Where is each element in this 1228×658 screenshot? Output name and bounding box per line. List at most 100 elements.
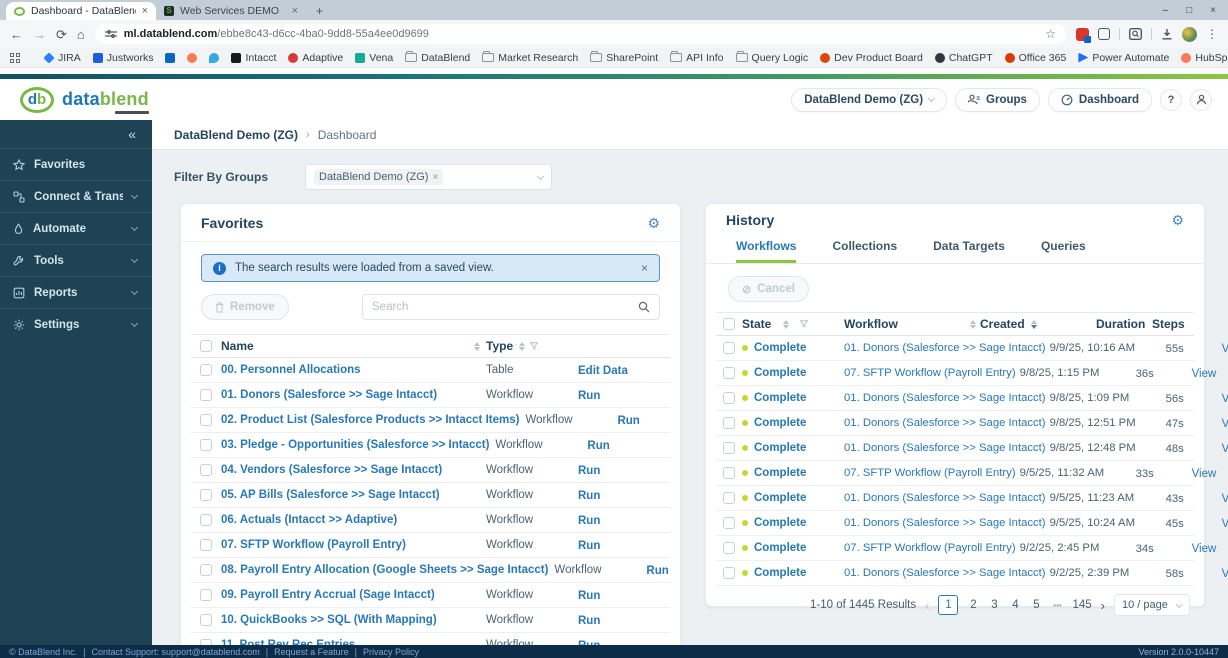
run-link[interactable]: Run [578, 590, 600, 602]
alert-close-icon[interactable]: × [641, 261, 648, 275]
workflow-link[interactable]: 01. Donors (Salesforce >> Sage Intacct) [844, 417, 1046, 429]
row-checkbox[interactable] [200, 539, 212, 551]
search-icon[interactable] [638, 301, 650, 313]
row-checkbox[interactable] [200, 464, 212, 476]
filter-funnel-icon[interactable] [530, 342, 539, 350]
row-checkbox[interactable] [200, 614, 212, 626]
row-checkbox[interactable] [723, 342, 735, 354]
page-size-select[interactable]: 10 / page [1114, 594, 1190, 616]
site-settings-icon[interactable] [104, 29, 117, 39]
view-link[interactable]: View [1222, 418, 1228, 430]
bookmark-folder-datablend[interactable]: DataBlend [405, 51, 470, 64]
browser-menu-icon[interactable]: ⋮ [1206, 27, 1218, 41]
bookmark-jira[interactable]: JIRA [43, 52, 81, 64]
bookmark-linkedin[interactable] [165, 52, 176, 63]
help-button[interactable]: ? [1160, 88, 1182, 111]
row-checkbox[interactable] [200, 514, 212, 526]
page-3[interactable]: 3 [988, 599, 1000, 611]
browser-tab-active[interactable]: Dashboard - DataBlend Demo ( × [6, 2, 156, 20]
next-page-icon[interactable]: › [1101, 598, 1105, 613]
bookmark-hubspot-scheduler[interactable]: HubSpot Scheduler [1181, 52, 1228, 64]
sort-icon[interactable] [970, 319, 976, 329]
view-link[interactable]: View [1192, 543, 1217, 555]
tab-queries[interactable]: Queries [1041, 239, 1086, 263]
tab-data-targets[interactable]: Data Targets [933, 239, 1005, 263]
prev-page-icon[interactable]: ‹ [925, 598, 929, 613]
tab-collections[interactable]: Collections [832, 239, 897, 263]
select-all-checkbox[interactable] [723, 318, 735, 330]
view-link[interactable]: View [1222, 568, 1228, 580]
favorite-name-link[interactable]: 07. SFTP Workflow (Payroll Entry) [221, 539, 406, 551]
row-checkbox[interactable] [723, 492, 735, 504]
view-link[interactable]: View [1192, 468, 1217, 480]
row-checkbox[interactable] [200, 364, 212, 376]
apps-grid-icon[interactable] [10, 52, 20, 63]
bookmark-folder-market-research[interactable]: Market Research [482, 51, 578, 64]
row-checkbox[interactable] [200, 564, 212, 576]
page-1[interactable]: 1 [938, 595, 959, 615]
dashboard-button[interactable]: Dashboard [1047, 87, 1152, 112]
downloads-icon[interactable] [1161, 28, 1173, 40]
bookmark-dev-product-board[interactable]: Dev Product Board [820, 52, 923, 64]
datablend-logo[interactable]: db datablend [20, 86, 149, 114]
column-created[interactable]: Created [980, 317, 1025, 331]
breadcrumb-root[interactable]: DataBlend Demo (ZG) [174, 128, 298, 142]
bookmark-chat[interactable] [209, 52, 220, 63]
tab-close-icon[interactable]: × [292, 5, 298, 17]
row-checkbox[interactable] [723, 542, 735, 554]
run-link[interactable]: Run [646, 565, 668, 577]
tag-remove-icon[interactable]: × [432, 172, 438, 183]
row-checkbox[interactable] [723, 392, 735, 404]
workflow-link[interactable]: 07. SFTP Workflow (Payroll Entry) [844, 367, 1016, 379]
run-link[interactable]: Run [578, 465, 600, 477]
favorite-name-link[interactable]: 00. Personnel Allocations [221, 364, 361, 376]
tab-workflows[interactable]: Workflows [736, 239, 797, 263]
sidebar-item-favorites[interactable]: Favorites [0, 148, 152, 180]
workflow-link[interactable]: 01. Donors (Salesforce >> Sage Intacct) [844, 442, 1046, 454]
remove-button[interactable]: Remove [201, 294, 289, 320]
search-input[interactable] [372, 301, 632, 313]
footer-support-link[interactable]: Contact Support: support@datablend.com [92, 647, 260, 657]
run-link[interactable]: Run [578, 615, 600, 627]
search-tabs-icon[interactable] [1129, 28, 1142, 40]
row-checkbox[interactable] [723, 567, 735, 579]
select-all-checkbox[interactable] [200, 340, 212, 352]
row-checkbox[interactable] [723, 367, 735, 379]
minimize-button[interactable]: – [1163, 5, 1169, 16]
group-filter-select[interactable]: DataBlend Demo (ZG) × [305, 164, 552, 190]
cancel-button[interactable]: ⊘ Cancel [728, 276, 809, 302]
row-checkbox[interactable] [200, 389, 212, 401]
page-4[interactable]: 4 [1009, 599, 1021, 611]
favorite-name-link[interactable]: 06. Actuals (Intacct >> Adaptive) [221, 514, 397, 526]
sort-icon[interactable] [1030, 319, 1037, 329]
workflow-link[interactable]: 07. SFTP Workflow (Payroll Entry) [844, 542, 1016, 554]
view-link[interactable]: View [1192, 368, 1217, 380]
footer-request-feature-link[interactable]: Request a Feature [274, 647, 349, 657]
workflow-link[interactable]: 07. SFTP Workflow (Payroll Entry) [844, 467, 1016, 479]
row-checkbox[interactable] [723, 517, 735, 529]
favorite-name-link[interactable]: 04. Vendors (Salesforce >> Sage Intacct) [221, 464, 442, 476]
favorite-name-link[interactable]: 09. Payroll Entry Accrual (Sage Intacct) [221, 589, 435, 601]
history-settings-gear-icon[interactable]: ⚙ [1171, 213, 1184, 227]
sort-icon[interactable] [474, 341, 480, 351]
linkedin-extension-icon[interactable] [1076, 27, 1091, 43]
profile-avatar[interactable] [1182, 26, 1197, 42]
bookmark-office-365[interactable]: Office 365 [1004, 52, 1066, 64]
forward-icon[interactable]: → [33, 28, 46, 41]
favorite-name-link[interactable]: 01. Donors (Salesforce >> Sage Intacct) [221, 389, 437, 401]
bookmark-justworks[interactable]: Justworks [92, 52, 153, 64]
run-link[interactable]: Run [587, 440, 609, 452]
bookmark-folder-query-logic[interactable]: Query Logic [735, 51, 808, 64]
view-link[interactable]: View [1222, 393, 1228, 405]
favorite-name-link[interactable]: 05. AP Bills (Salesforce >> Sage Intacct… [221, 489, 440, 501]
run-link[interactable]: Run [578, 390, 600, 402]
run-link[interactable]: Run [617, 415, 639, 427]
favorites-settings-gear-icon[interactable]: ⚙ [647, 216, 660, 230]
workflow-link[interactable]: 01. Donors (Salesforce >> Sage Intacct) [844, 567, 1046, 579]
filter-funnel-icon[interactable] [800, 320, 809, 328]
column-name[interactable]: Name [221, 339, 254, 353]
bookmark-adaptive[interactable]: Adaptive [288, 52, 343, 64]
user-menu-button[interactable] [1190, 88, 1212, 111]
reload-icon[interactable]: ⟳ [56, 28, 67, 41]
sidebar-collapse-button[interactable]: « [0, 120, 152, 148]
